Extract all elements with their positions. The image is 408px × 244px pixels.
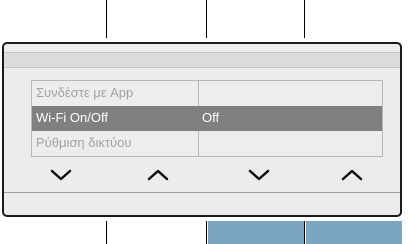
key-divider — [106, 221, 107, 244]
menu-item-connect-app[interactable]: Συνδέστε με App — [32, 81, 382, 106]
chevron-up-icon[interactable] — [341, 168, 363, 182]
wifi-status-value: Off — [202, 110, 220, 125]
settings-menu: Συνδέστε με App Wi-Fi On/Off Off Ρύθμιση… — [31, 80, 383, 157]
key-divider — [206, 0, 207, 38]
chevron-down-icon[interactable] — [248, 168, 270, 182]
screen-footer-divider — [4, 192, 400, 193]
softkey-3-indicator[interactable] — [208, 221, 304, 244]
menu-item-wifi-toggle[interactable]: Wi-Fi On/Off Off — [32, 106, 382, 131]
key-divider — [304, 0, 305, 38]
menu-item-label: Ρύθμιση δικτύου — [36, 135, 132, 150]
top-key-strip — [0, 0, 408, 42]
menu-item-network-setup[interactable]: Ρύθμιση δικτύου — [32, 131, 382, 156]
menu-item-label: Συνδέστε με App — [36, 85, 134, 100]
chevron-up-icon[interactable] — [147, 168, 169, 182]
device-screen: Συνδέστε με App Wi-Fi On/Off Off Ρύθμιση… — [2, 42, 402, 217]
screen-header-band — [4, 52, 400, 68]
key-divider — [206, 221, 207, 244]
menu-item-label: Wi-Fi On/Off — [36, 110, 108, 125]
chevron-down-icon[interactable] — [50, 168, 72, 182]
softkey-4-indicator[interactable] — [306, 221, 402, 244]
key-divider — [106, 0, 107, 38]
key-divider — [304, 221, 305, 244]
